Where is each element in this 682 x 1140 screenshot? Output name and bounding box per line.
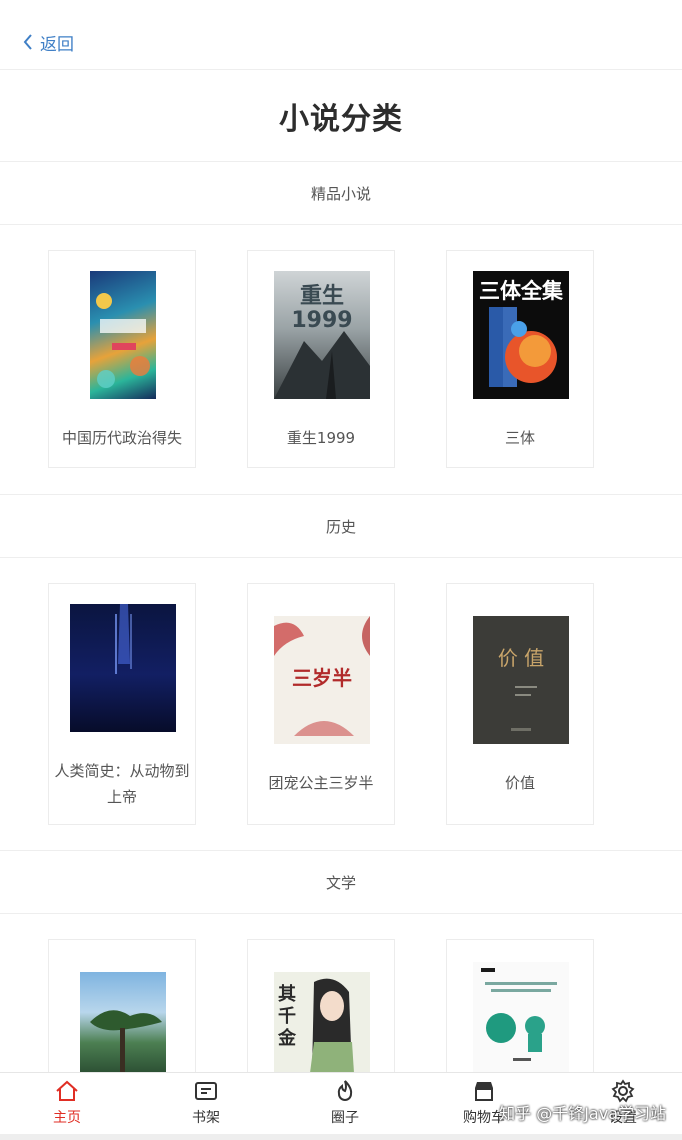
book-card[interactable]: 三体全集 三体 (446, 250, 594, 468)
back-label: 返回 (40, 34, 74, 55)
chevron-left-icon (23, 34, 32, 50)
book-card[interactable] (446, 939, 594, 1073)
section-title: 精品小说 (310, 184, 371, 203)
book-cover (473, 962, 569, 1073)
book-cover: 其千金 (274, 972, 370, 1073)
book-card[interactable]: 其千金 (247, 939, 395, 1073)
book-card[interactable]: 价 值 价值 (446, 583, 594, 825)
book-cover (70, 604, 176, 732)
book-cover: 重生1999 (274, 271, 370, 399)
tab-bookshelf[interactable]: 书架 (176, 1079, 236, 1135)
book-card[interactable]: 重生1999 重生1999 (247, 250, 395, 468)
top-nav: 返回 (0, 0, 682, 70)
cover-text: 三岁半 (292, 666, 352, 690)
book-card[interactable]: 中国历代政治得失 (48, 250, 196, 468)
book-card[interactable]: 三岁半 团宠公主三岁半 (247, 583, 395, 825)
book-title: 中国历代政治得失 (61, 429, 182, 447)
book-title: 重生1999 (286, 429, 356, 447)
bottom-strip (0, 1134, 682, 1140)
page-header: 小说分类 (0, 70, 682, 162)
book-cover: 三体全集 (473, 271, 569, 399)
book-cover: 三岁半 (274, 616, 370, 744)
tab-circle[interactable]: 圈子 (315, 1079, 375, 1135)
cover-text: 其千金 (278, 984, 296, 1049)
book-title: 价值 (504, 774, 535, 792)
book-title: 人类简史：从动物到上帝 (54, 762, 190, 806)
book-title: 团宠公主三岁半 (268, 774, 374, 792)
section-header-boutique: 精品小说 (0, 161, 682, 225)
book-cover: 价 值 (473, 616, 569, 744)
fire-icon (337, 1080, 353, 1101)
bookshelf-icon (195, 1082, 217, 1100)
tab-home[interactable]: 主页 (37, 1079, 97, 1135)
store-icon (475, 1082, 493, 1101)
book-cover (90, 271, 156, 399)
home-icon (56, 1080, 78, 1101)
section-header-literature: 文学 (0, 850, 682, 914)
tab-label: 书架 (192, 1110, 220, 1126)
book-card[interactable]: 人类简史：从动物到上帝 (48, 583, 196, 825)
book-title: 三体 (504, 429, 535, 447)
cover-text: 重生1999 (291, 284, 353, 333)
watermark: 知乎 @千锋Java学习站 (499, 1104, 666, 1123)
section-title: 文学 (325, 873, 356, 892)
tab-label: 圈子 (331, 1110, 359, 1126)
back-button[interactable]: 返回 (22, 29, 74, 55)
book-card[interactable] (48, 939, 196, 1073)
section-header-history: 历史 (0, 494, 682, 558)
section-title: 历史 (325, 517, 356, 536)
page-title: 小说分类 (279, 101, 403, 137)
tab-label: 主页 (53, 1110, 81, 1126)
book-cover (80, 972, 166, 1073)
